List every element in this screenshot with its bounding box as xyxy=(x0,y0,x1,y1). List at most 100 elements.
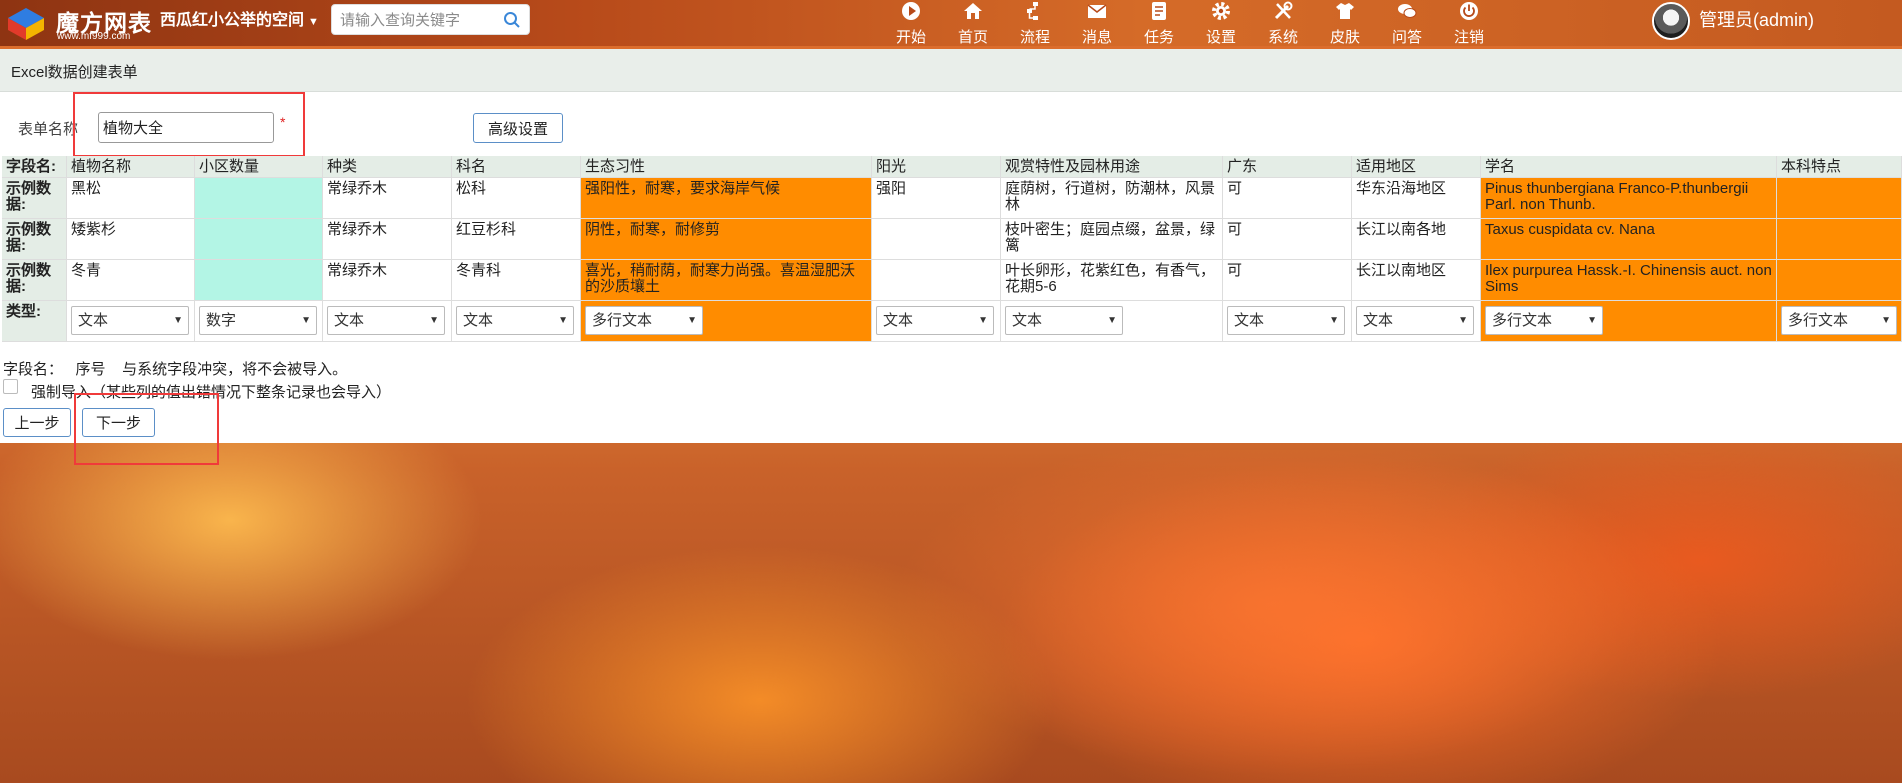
type-select[interactable]: 文本 ▼ xyxy=(1356,306,1474,335)
sample-cell: 庭荫树，行道树，防潮林，风景林 xyxy=(1001,178,1223,219)
sample-cell: 叶长卵形，花紫红色，有香气，花期5-6 xyxy=(1001,260,1223,301)
nav-start[interactable]: 开始 xyxy=(880,0,942,46)
nav-home[interactable]: 首页 xyxy=(942,0,1004,46)
type-select-value: 数字 xyxy=(206,312,237,329)
sample-cell: 冬青 xyxy=(67,260,195,301)
search-icon[interactable] xyxy=(503,11,521,29)
nav-label: 问答 xyxy=(1391,29,1422,46)
sample-cell: 强阳 xyxy=(872,178,1001,219)
type-select-value: 多行文本 xyxy=(592,312,653,329)
nav-tasks[interactable]: 任务 xyxy=(1128,0,1190,46)
type-cell: 文本 ▼ xyxy=(1001,301,1223,342)
sample-cell: 可 xyxy=(1223,178,1352,219)
sample-cell: Taxus cuspidata cv. Nana xyxy=(1481,219,1777,260)
nav-label: 设置 xyxy=(1205,29,1236,46)
nav-qa[interactable]: 问答 xyxy=(1376,0,1438,46)
sample-cell: 可 xyxy=(1223,219,1352,260)
type-select[interactable]: 文本 ▼ xyxy=(1005,306,1123,335)
caret-down-icon: ▼ xyxy=(1881,315,1891,326)
tools-icon xyxy=(1274,1,1293,20)
caret-down-icon: ▼ xyxy=(978,315,988,326)
sample-cell: 喜光，稍耐荫，耐寒力尚强。喜温湿肥沃的沙质壤土 xyxy=(581,260,872,301)
type-select-value: 文本 xyxy=(883,312,914,329)
column-header: 小区数量 xyxy=(195,156,323,178)
prev-step-button[interactable]: 上一步 xyxy=(3,408,71,437)
sample-cell xyxy=(195,178,323,219)
nav-system[interactable]: 系统 xyxy=(1252,0,1314,46)
table-row: 示例数据: 黑松 常绿乔木 松科 强阳性，耐寒，要求海岸气候 强阳 庭荫树，行道… xyxy=(2,178,1902,219)
nav-flow[interactable]: 流程 xyxy=(1004,0,1066,46)
type-select[interactable]: 数字 ▼ xyxy=(199,306,317,335)
mail-icon xyxy=(1087,4,1107,18)
user-name[interactable]: 管理员(admin) xyxy=(1699,6,1814,32)
sample-cell xyxy=(1777,178,1902,219)
sample-cell: 常绿乔木 xyxy=(323,219,452,260)
nav-messages[interactable]: 消息 xyxy=(1066,0,1128,46)
type-select[interactable]: 文本 ▼ xyxy=(1227,306,1345,335)
type-select[interactable]: 文本 ▼ xyxy=(71,306,189,335)
page-title: Excel数据创建表单 xyxy=(11,64,138,81)
row-label-type: 类型: xyxy=(2,301,67,342)
logo-icon xyxy=(8,8,44,40)
type-select[interactable]: 文本 ▼ xyxy=(327,306,445,335)
table-type-row: 类型: 文本 ▼ 数字 ▼ 文本 ▼ 文本 ▼ 多行文本 ▼ 文本 ▼ 文本 ▼ xyxy=(2,301,1902,342)
caret-down-icon: ▼ xyxy=(429,315,439,326)
column-header: 观赏特性及园林用途 xyxy=(1001,156,1223,178)
logo[interactable]: 魔方网表 www.mf999.com xyxy=(4,2,154,44)
column-header: 本科特点 xyxy=(1777,156,1902,178)
search-input[interactable] xyxy=(340,10,500,30)
shirt-icon xyxy=(1336,3,1354,19)
nav-label: 首页 xyxy=(957,29,988,46)
sample-cell: 枝叶密生；庭园点缀，盆景，绿篱 xyxy=(1001,219,1223,260)
table-header-row: 字段名: 植物名称 小区数量 种类 科名 生态习性 阳光 观赏特性及园林用途 广… xyxy=(2,156,1902,178)
field-conflict-note: 字段名： 序号 与系统字段冲突，将不会被导入。 xyxy=(3,361,348,378)
sample-cell: 冬青科 xyxy=(452,260,581,301)
type-cell: 文本 ▼ xyxy=(67,301,195,342)
type-select[interactable]: 文本 ▼ xyxy=(876,306,994,335)
column-header: 阳光 xyxy=(872,156,1001,178)
type-select-value: 文本 xyxy=(1234,312,1265,329)
table-row: 示例数据: 矮紫杉 常绿乔木 红豆杉科 阴性，耐寒，耐修剪 枝叶密生；庭园点缀，… xyxy=(2,219,1902,260)
type-select-value: 文本 xyxy=(334,312,365,329)
space-selector[interactable]: 西瓜红小公举的空间 ▼ xyxy=(160,6,319,30)
sample-cell xyxy=(1777,219,1902,260)
caret-down-icon: ▼ xyxy=(308,16,319,28)
space-name: 西瓜红小公举的空间 xyxy=(160,12,305,29)
sample-cell: 可 xyxy=(1223,260,1352,301)
sample-cell: 强阳性，耐寒，要求海岸气候 xyxy=(581,178,872,219)
nav-logout[interactable]: 注销 xyxy=(1438,0,1500,46)
column-header: 种类 xyxy=(323,156,452,178)
avatar[interactable] xyxy=(1652,2,1690,40)
row-label-field: 字段名: xyxy=(2,156,67,178)
type-select[interactable]: 多行文本 ▼ xyxy=(1781,306,1897,335)
task-icon xyxy=(1152,2,1166,20)
caret-down-icon: ▼ xyxy=(301,315,311,326)
nav-label: 皮肤 xyxy=(1329,29,1360,46)
sample-cell: 长江以南各地 xyxy=(1352,219,1481,260)
sample-cell: 阴性，耐寒，耐修剪 xyxy=(581,219,872,260)
type-cell: 文本 ▼ xyxy=(1223,301,1352,342)
sample-cell: 华东沿海地区 xyxy=(1352,178,1481,219)
advanced-settings-button[interactable]: 高级设置 xyxy=(473,113,563,143)
caret-down-icon: ▼ xyxy=(1458,315,1468,326)
nav-settings[interactable]: 设置 xyxy=(1190,0,1252,46)
force-import-checkbox[interactable] xyxy=(3,379,18,394)
background-image xyxy=(860,450,1680,783)
sample-cell: 黑松 xyxy=(67,178,195,219)
nav-label: 注销 xyxy=(1453,29,1484,46)
type-select[interactable]: 多行文本 ▼ xyxy=(1485,306,1603,335)
nav-skin[interactable]: 皮肤 xyxy=(1314,0,1376,46)
type-cell: 多行文本 ▼ xyxy=(1481,301,1777,342)
search-box xyxy=(331,4,530,35)
row-label-sample: 示例数据: xyxy=(2,219,67,260)
sample-cell xyxy=(195,219,323,260)
caret-down-icon: ▼ xyxy=(687,315,697,326)
type-cell: 文本 ▼ xyxy=(1352,301,1481,342)
type-select[interactable]: 多行文本 ▼ xyxy=(585,306,703,335)
sample-cell: Ilex purpurea Hassk.-I. Chinensis auct. … xyxy=(1481,260,1777,301)
sample-cell xyxy=(872,260,1001,301)
type-select-value: 文本 xyxy=(78,312,109,329)
type-select[interactable]: 文本 ▼ xyxy=(456,306,574,335)
sample-cell: 松科 xyxy=(452,178,581,219)
column-header: 广东 xyxy=(1223,156,1352,178)
